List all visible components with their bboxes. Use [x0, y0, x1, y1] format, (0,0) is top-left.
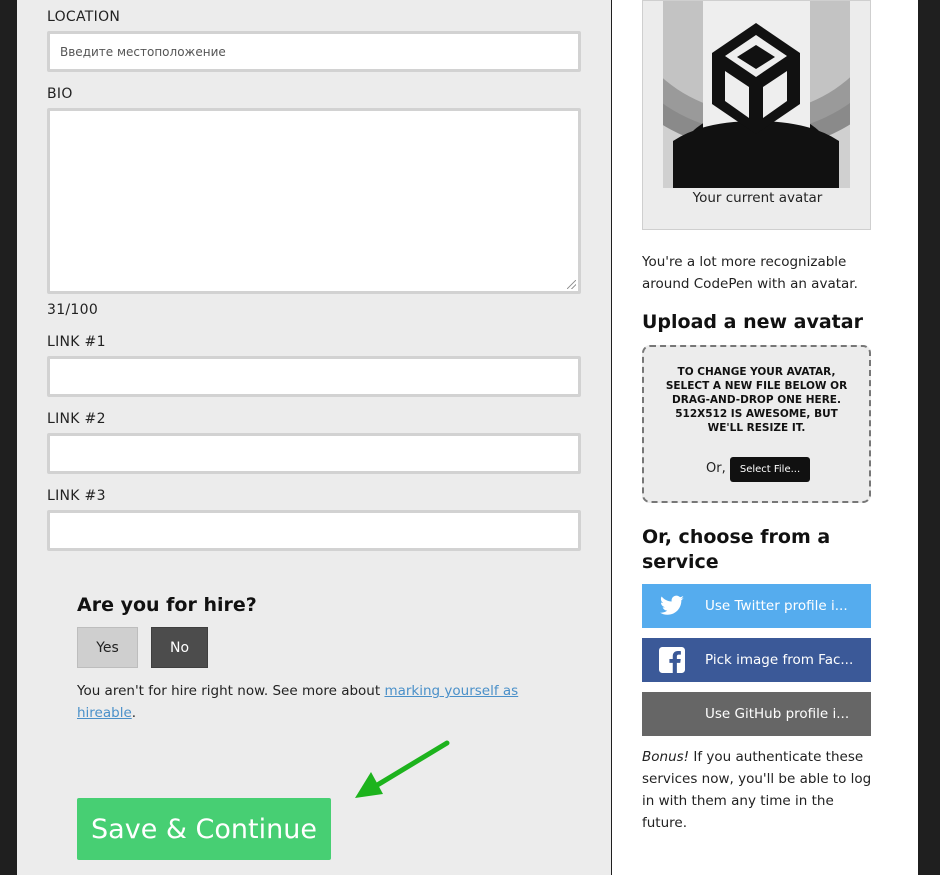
avatar-dropzone[interactable]: TO CHANGE YOUR AVATAR, SELECT A NEW FILE…: [642, 345, 871, 503]
hire-no-button[interactable]: No: [151, 627, 208, 668]
resize-grip-icon[interactable]: [567, 280, 576, 289]
service-heading: Or, choose from a service: [642, 526, 831, 573]
hire-status-sentence: You aren't for hire right now. See more …: [77, 683, 385, 699]
facebook-button-label: Pick image from Fac...: [705, 652, 854, 668]
avatar-sidebar: Your current avatar You're a lot more re…: [612, 0, 918, 875]
bio-field-wrapper: [47, 108, 581, 294]
bonus-emphasis: Bonus!: [642, 749, 690, 765]
avatar-caption: Your current avatar: [692, 190, 823, 206]
twitter-avatar-button[interactable]: Use Twitter profile i...: [642, 584, 871, 628]
facebook-icon: [659, 647, 685, 673]
current-avatar-box: Your current avatar: [642, 0, 871, 230]
hire-yes-button[interactable]: Yes: [77, 627, 138, 668]
twitter-icon: [659, 595, 684, 615]
hire-status-period: .: [131, 705, 137, 721]
upload-heading: Upload a new avatar: [642, 311, 863, 333]
location-field-wrapper: [47, 31, 581, 72]
pointer-arrow-icon: [355, 740, 450, 798]
bio-char-counter: 31/100: [47, 302, 99, 318]
bonus-note: Bonus! If you authenticate these service…: [642, 746, 882, 834]
link2-field-wrapper: [47, 433, 581, 474]
link2-label: LINK #2: [47, 411, 106, 427]
save-continue-button[interactable]: Save & Continue: [77, 798, 331, 860]
or-label: Or,: [706, 461, 726, 476]
link3-label: LINK #3: [47, 488, 106, 504]
link1-label: LINK #1: [47, 334, 106, 350]
bio-label: BIO: [47, 86, 73, 102]
link1-field-wrapper: [47, 356, 581, 397]
select-file-button[interactable]: Select File...: [730, 457, 810, 482]
link3-input[interactable]: [50, 513, 578, 548]
bio-textarea[interactable]: [50, 111, 578, 291]
twitter-button-label: Use Twitter profile i...: [705, 598, 848, 614]
location-label: LOCATION: [47, 9, 121, 25]
link1-input[interactable]: [50, 359, 578, 394]
avatar-info-text: You're a lot more recognizable around Co…: [642, 254, 858, 292]
facebook-avatar-button[interactable]: Pick image from Fac...: [642, 638, 871, 682]
location-input[interactable]: [50, 34, 578, 69]
github-button-label: Use GitHub profile i...: [705, 706, 850, 722]
link3-field-wrapper: [47, 510, 581, 551]
github-avatar-button[interactable]: Use GitHub profile i...: [642, 692, 871, 736]
avatar-image: [663, 1, 850, 188]
hire-status-text: You aren't for hire right now. See more …: [77, 680, 537, 724]
hire-heading: Are you for hire?: [77, 594, 257, 616]
dropzone-instructions: TO CHANGE YOUR AVATAR, SELECT A NEW FILE…: [665, 366, 848, 434]
profile-form-panel: LOCATION BIO 31/100 LINK #1 LINK #2 LINK…: [17, 0, 611, 875]
link2-input[interactable]: [50, 436, 578, 471]
